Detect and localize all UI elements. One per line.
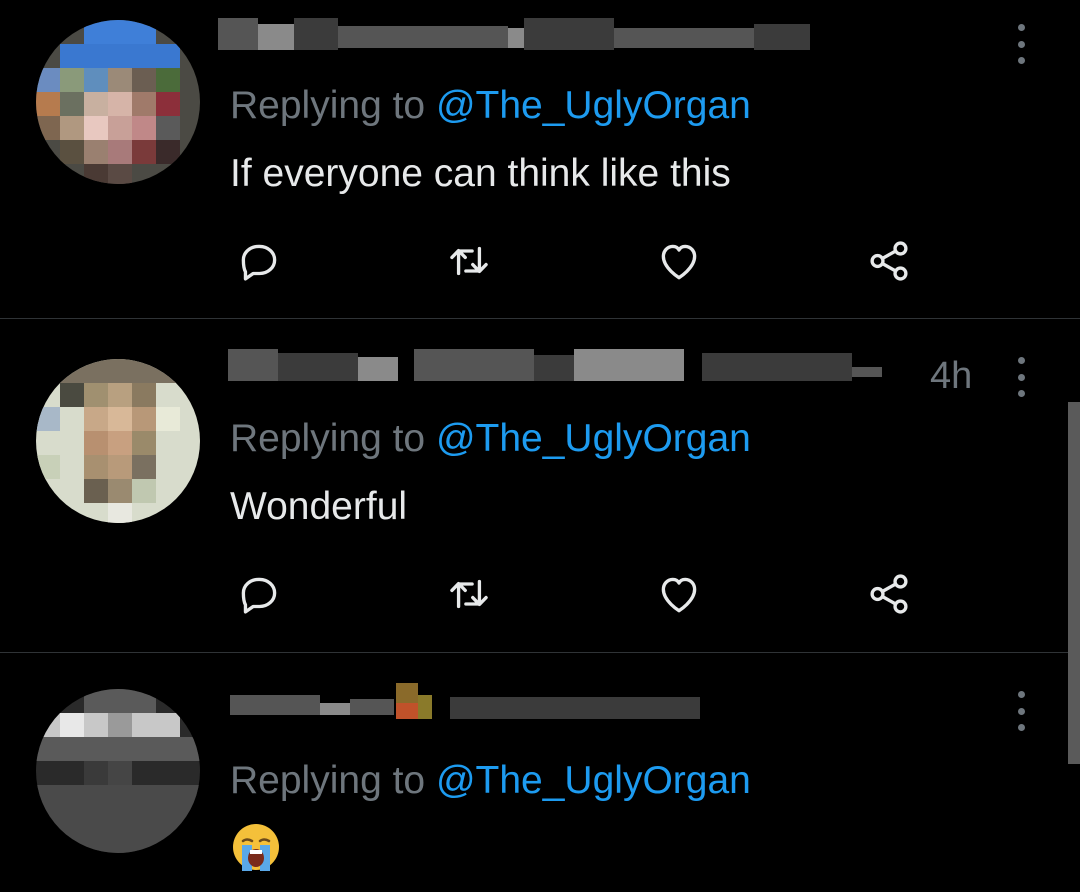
share-icon [870,241,908,281]
like-button[interactable] [654,236,704,286]
more-options-button[interactable] [1010,24,1032,64]
retweet-icon [450,579,488,609]
replying-to-label: Replying to [230,759,436,802]
avatar[interactable] [36,689,200,853]
more-options-button[interactable] [1010,357,1032,397]
replying-to-handle-link[interactable]: @The_UglyOrgan [436,759,751,802]
replying-to-label: Replying to [230,417,436,460]
replying-to-label: Replying to [230,84,436,127]
tweet-timestamp[interactable]: 4h [930,355,972,398]
scrollbar[interactable] [1068,402,1080,764]
author-name-redacted[interactable] [218,683,718,723]
more-icon [1017,24,1025,31]
replying-to-handle-link[interactable]: @The_UglyOrgan [436,417,751,460]
reply-tweet[interactable]: 4h Replying to @The_UglyOrgan Wonderful [0,319,1080,651]
replying-to-handle-link[interactable]: @The_UglyOrgan [436,84,751,127]
like-button[interactable] [654,569,704,619]
author-name-redacted[interactable] [218,349,918,389]
tweet-actions [230,236,930,286]
more-icon [1017,691,1025,698]
heart-icon [661,577,697,613]
avatar[interactable] [36,20,200,184]
share-icon [870,574,908,614]
retweet-button[interactable] [444,569,494,619]
loudly-crying-face-emoji [230,821,282,873]
reply-icon [241,244,277,281]
reply-feed: Replying to @The_UglyOrgan If everyone c… [0,0,1080,892]
replying-to-line: Replying to @The_UglyOrgan [230,417,751,461]
reply-button[interactable] [234,236,284,286]
reply-button[interactable] [234,569,284,619]
retweet-button[interactable] [444,236,494,286]
reply-tweet[interactable]: Replying to @The_UglyOrgan If everyone c… [0,0,1080,318]
replying-to-line: Replying to @The_UglyOrgan [230,759,751,803]
author-name-redacted[interactable] [218,18,818,58]
replying-to-line: Replying to @The_UglyOrgan [230,84,751,128]
retweet-icon [450,246,488,276]
reply-icon [241,577,277,614]
reply-tweet[interactable]: Replying to @The_UglyOrgan [0,653,1080,892]
avatar[interactable] [36,359,200,523]
tweet-actions [230,569,930,619]
tweet-text: If everyone can think like this [230,152,731,195]
tweet-text: Wonderful [230,485,408,528]
more-options-button[interactable] [1010,691,1032,731]
share-button[interactable] [864,569,914,619]
more-icon [1017,357,1025,364]
heart-icon [661,244,697,280]
share-button[interactable] [864,236,914,286]
